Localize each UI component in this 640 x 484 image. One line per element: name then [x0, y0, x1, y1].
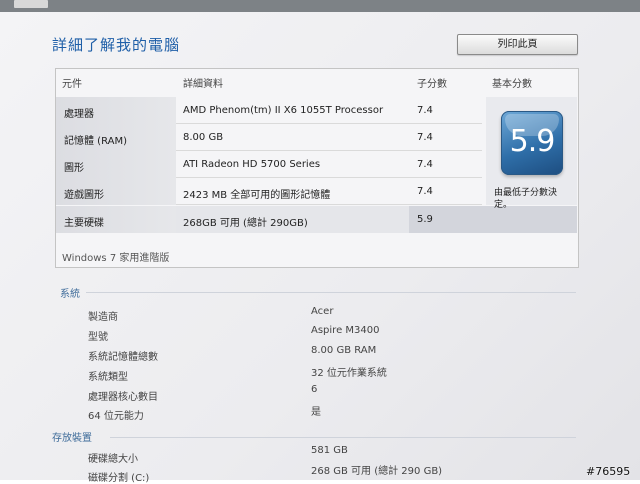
row-details: AMD Phenom(tm) II X6 1055T Processor	[183, 105, 384, 116]
section-system-title: 系統	[60, 289, 80, 300]
system-label-total-memory: 系統記憶體總數	[88, 352, 158, 363]
experience-index-panel: 元件 詳細資料 子分數 基本分數 處理器 AMD Phenom(tm) II X…	[55, 68, 579, 268]
row-label: 記憶體 (RAM)	[64, 136, 127, 147]
header-details: 詳細資料	[183, 79, 223, 90]
system-value-core-count: 6	[311, 384, 318, 395]
score-row-graphics: 圖形 ATI Radeon HD 5700 Series 7.4	[56, 151, 578, 178]
row-details: 8.00 GB	[183, 132, 224, 143]
section-divider	[86, 292, 576, 293]
system-value-manufacturer: Acer	[311, 306, 334, 317]
row-subscore: 7.4	[417, 159, 433, 170]
row-subscore: 5.9	[417, 214, 433, 225]
windows-edition: Windows 7 家用進階版	[62, 253, 170, 264]
section-storage-title: 存放裝置	[52, 433, 92, 444]
header-subscore: 子分數	[417, 79, 447, 90]
row-label: 遊戲圖形	[64, 190, 104, 201]
section-divider	[110, 437, 576, 438]
row-label: 處理器	[64, 109, 94, 120]
row-details: 2423 MB 全部可用的圖形記憶體	[183, 190, 331, 201]
system-value-system-type: 32 位元作業系統	[311, 368, 387, 379]
screen: 詳細了解我的電腦 列印此頁 元件 詳細資料 子分數 基本分數 處理器 AMD P…	[0, 0, 640, 484]
storage-label-partition-c: 磁碟分割 (C:)	[88, 473, 150, 484]
base-score-note: 由最低子分數決定。	[494, 188, 558, 210]
system-value-total-memory: 8.00 GB RAM	[311, 345, 377, 356]
window-top-strip	[0, 0, 640, 12]
header-component: 元件	[62, 79, 82, 90]
header-base-score: 基本分數	[492, 79, 532, 90]
base-score-badge-icon: 5.9	[501, 111, 563, 175]
row-label: 主要硬碟	[64, 218, 104, 229]
system-value-model: Aspire M3400	[311, 325, 380, 336]
system-value-64bit: 是	[311, 407, 321, 418]
row-details: 268GB 可用 (總計 290GB)	[183, 218, 308, 229]
storage-value-total-disk: 581 GB	[311, 445, 348, 456]
watermark-label: #76595	[586, 465, 631, 478]
row-details: ATI Radeon HD 5700 Series	[183, 159, 321, 170]
row-label: 圖形	[64, 163, 84, 174]
system-label-core-count: 處理器核心數目	[88, 392, 158, 403]
row-subscore: 7.4	[417, 105, 433, 116]
system-label-manufacturer: 製造商	[88, 312, 118, 323]
storage-value-partition-c: 268 GB 可用 (總計 290 GB)	[311, 466, 443, 477]
system-label-model: 型號	[88, 332, 108, 343]
window-icon	[14, 0, 48, 8]
storage-label-total-disk: 硬碟總大小	[88, 454, 138, 465]
score-row-memory: 記憶體 (RAM) 8.00 GB 7.4	[56, 124, 578, 151]
page-title: 詳細了解我的電腦	[52, 36, 181, 54]
base-score-value: 5.9	[509, 124, 556, 159]
print-page-button[interactable]: 列印此頁	[457, 34, 578, 55]
row-subscore: 7.4	[417, 132, 433, 143]
row-subscore: 7.4	[417, 186, 433, 197]
system-label-system-type: 系統類型	[88, 372, 128, 383]
score-row-processor: 處理器 AMD Phenom(tm) II X6 1055T Processor…	[56, 97, 578, 124]
system-label-64bit: 64 位元能力	[88, 411, 144, 422]
